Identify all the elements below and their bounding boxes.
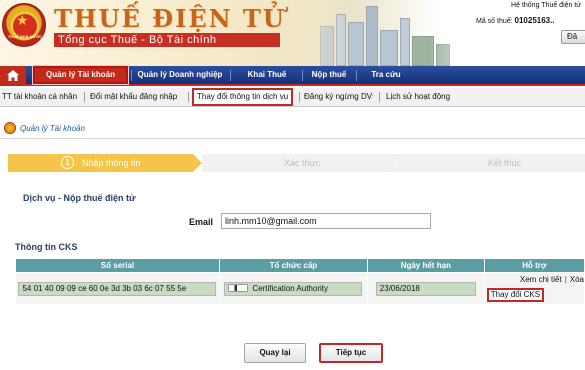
nav-item-enterprise-management[interactable]: Quản lý Doanh nghiệp: [134, 66, 226, 84]
nav-item-tax-declaration[interactable]: Khai Thuế: [234, 66, 300, 84]
logout-button[interactable]: Đă: [561, 30, 585, 44]
sub-nav: TT tài khoản cá nhân Đổi mật khẩu đăng n…: [0, 88, 585, 107]
nav-item-lookup[interactable]: Tra cứu: [358, 66, 414, 84]
subnav-personal-account-info[interactable]: TT tài khoản cá nhân: [2, 88, 77, 106]
wizard-steps: 1 Nhập thông tin Xác thực Kết thúc: [8, 154, 585, 172]
section-header: Quản lý Tài khoản: [0, 121, 585, 137]
step-2-label: Xác thực: [284, 158, 321, 168]
system-info-text: Hệ thống Thuế điện tử: [511, 2, 581, 9]
change-cks-link[interactable]: Thay đổi CKS: [486, 288, 545, 302]
table-header-row: Số serial Tổ chức cấp Ngày hết hạn Hỗ tr…: [15, 258, 585, 273]
subnav-activity-history[interactable]: Lịch sử hoạt động: [386, 88, 450, 106]
back-button[interactable]: Quay lại: [244, 343, 306, 363]
step-1-label: Nhập thông tin: [82, 158, 141, 168]
service-title: Dịch vụ - Nộp thuế điện tử: [23, 193, 136, 203]
issuer-value: Certification Authority: [252, 283, 328, 293]
col-header-support: Hỗ trợ: [483, 258, 585, 273]
email-label: Email: [189, 217, 214, 227]
col-header-issuer: Tổ chức cấp: [218, 258, 368, 273]
home-icon: [7, 70, 19, 81]
col-header-serial: Số serial: [15, 258, 220, 273]
subnav-change-password[interactable]: Đổi mật khẩu đăng nhập: [90, 88, 177, 106]
table-row: 54 01 40 09 09 ce 60 0e 3d 3b 03 6c 07 5…: [15, 272, 585, 305]
tax-code-value: 01025163..: [514, 16, 555, 25]
serial-value: 54 01 40 09 09 ce 60 0e 3d 3b 03 6c 07 5…: [18, 281, 217, 296]
step-1-active: 1 Nhập thông tin: [8, 154, 193, 172]
nav-item-tax-payment[interactable]: Nộp thuế: [304, 66, 354, 84]
view-details-link[interactable]: Xem chi tiết: [520, 275, 562, 284]
cks-section-title: Thông tin CKS: [15, 242, 78, 252]
step-3-label: Kết thúc: [488, 158, 522, 168]
site-subtitle: Tổng cục Thuế - Bộ Tài chính: [54, 33, 280, 47]
header-banner: ★ THUẾ NHÀ NƯỚC THUẾ ĐIỆN TỬ Tổng cục Th…: [0, 0, 585, 66]
section-title: Quản lý Tài khoản: [20, 124, 85, 133]
cks-table: Số serial Tổ chức cấp Ngày hết hạn Hỗ tr…: [15, 258, 585, 305]
main-nav: Quản lý Tài khoản Quản lý Doanh nghiệp K…: [0, 65, 585, 86]
tax-code-label: Mã số thuế:: [476, 18, 513, 25]
emblem-text: THUẾ NHÀ NƯỚC: [7, 34, 43, 39]
subnav-change-service-info[interactable]: Thay đổi thông tin dịch vụ: [192, 88, 294, 106]
issuer-cell: Certification Authority: [224, 281, 363, 296]
expiry-value: 23/06/2018: [375, 281, 476, 296]
city-skyline-image: [290, 0, 490, 66]
nav-item-account-management[interactable]: Quản lý Tài khoản: [32, 65, 129, 85]
certificate-icon: [228, 283, 249, 292]
step-1-number: 1: [61, 156, 74, 169]
site-title: THUẾ ĐIỆN TỬ: [54, 4, 286, 33]
national-emblem-icon: ★ THUẾ NHÀ NƯỚC: [2, 3, 46, 47]
section-emblem-icon: [4, 122, 16, 134]
delete-link[interactable]: Xóa: [570, 275, 584, 284]
step-1-arrow: [193, 154, 202, 172]
continue-button[interactable]: Tiếp tục: [319, 343, 383, 363]
tax-code-display: Mã số thuế: 01025163..: [476, 16, 555, 25]
home-button[interactable]: [0, 66, 26, 86]
email-field[interactable]: [221, 213, 431, 229]
subnav-stop-service[interactable]: Đăng ký ngừng DV: [304, 88, 372, 106]
section-divider: [0, 138, 585, 139]
col-header-expiry: Ngày hết hạn: [366, 258, 485, 273]
